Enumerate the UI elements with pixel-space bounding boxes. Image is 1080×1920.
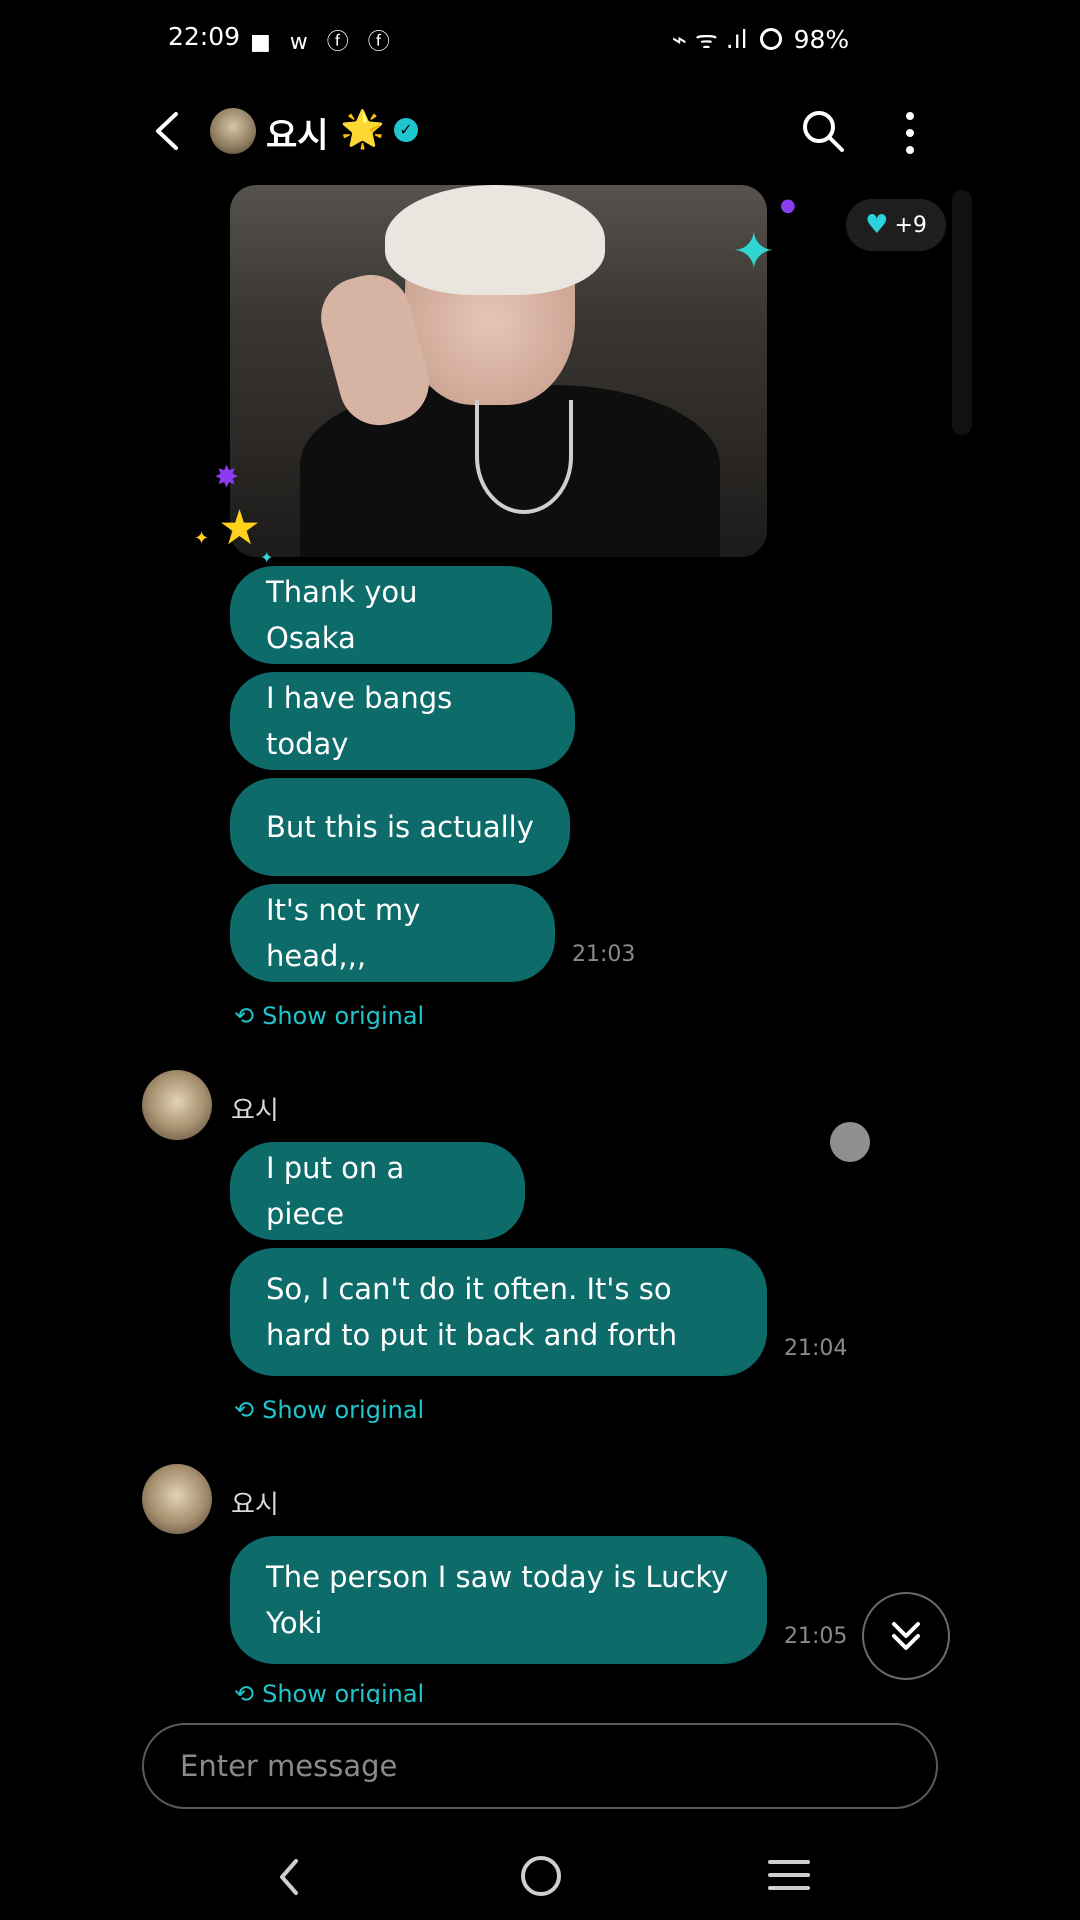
heart-icon: ♥ [865, 210, 889, 240]
message-time: 21:04 [784, 1336, 848, 1361]
scrollbar[interactable] [952, 190, 972, 435]
message-time: 21:03 [572, 942, 636, 967]
sparkle-icon: ✦ [260, 548, 274, 567]
show-original-link[interactable]: ⟲ Show original [234, 1680, 424, 1704]
more-vertical-icon [906, 112, 914, 154]
status-bar: 22:09 ■ w ⓕ ⓕ ⌁ ᯤ .ıl 98% [0, 0, 1080, 78]
sender-avatar[interactable] [142, 1464, 212, 1534]
sparkle-icon: ● [780, 195, 796, 216]
message-bubble[interactable]: I have bangs today [230, 672, 575, 770]
translate-icon: ⟲ [234, 1680, 255, 1704]
message-input[interactable] [178, 1743, 882, 1789]
sender-name: 요시 [231, 1490, 279, 1520]
search-icon [803, 111, 844, 152]
back-button[interactable] [148, 106, 188, 156]
message-bubble[interactable]: So, I can't do it often. It's so hard to… [230, 1248, 767, 1376]
nav-recents-button[interactable] [768, 1860, 810, 1892]
touch-indicator [830, 1122, 870, 1162]
reaction-badge[interactable]: ♥ +9 [846, 199, 946, 251]
message-bubble[interactable]: The person I saw today is Lucky Yoki [230, 1536, 767, 1664]
search-button[interactable] [800, 108, 846, 154]
message-input-container[interactable] [142, 1723, 938, 1809]
chevron-left-icon [156, 112, 178, 150]
header-avatar[interactable] [210, 108, 256, 154]
status-right: ⌁ ᯤ .ıl 98% [672, 22, 849, 56]
chat-title[interactable]: 요시 [266, 108, 329, 157]
message-bubble[interactable]: Thank you Osaka [230, 566, 552, 664]
photo-message[interactable] [230, 185, 767, 557]
status-time: 22:09 [168, 22, 241, 51]
signal-icons: ⌁ ᯤ .ıl [672, 25, 748, 54]
message-bubble[interactable]: I put on a piece [230, 1142, 525, 1240]
more-options-button[interactable] [895, 108, 925, 158]
show-original-link[interactable]: ⟲ Show original [234, 1002, 424, 1030]
nav-back-button[interactable] [272, 1855, 308, 1899]
sparkle-icon: ✦ [194, 528, 210, 549]
message-time: 21:05 [784, 1624, 848, 1649]
show-original-link[interactable]: ⟲ Show original [234, 1396, 424, 1424]
sender-avatar[interactable] [142, 1070, 212, 1140]
message-bubble[interactable]: It's not my head,,, [230, 884, 555, 982]
verified-icon: ✓ [394, 118, 418, 142]
sender-name: 요시 [231, 1096, 279, 1126]
nav-back-icon [280, 1859, 298, 1895]
double-chevron-down-icon [892, 1622, 920, 1650]
sparkle-icon: ✸ [214, 460, 240, 495]
translate-icon: ⟲ [234, 1002, 255, 1030]
star-icon: 🌟 [340, 109, 385, 150]
translate-icon: ⟲ [234, 1396, 255, 1424]
sparkle-icon: ✦ [732, 222, 776, 282]
notification-icons: ■ w ⓕ ⓕ [250, 30, 396, 55]
star-sparkle-icon: ★ [218, 500, 262, 556]
scroll-to-bottom-button[interactable] [862, 1592, 950, 1680]
battery-icon [759, 28, 782, 50]
nav-home-button[interactable] [521, 1856, 561, 1896]
reaction-count: +9 [894, 212, 927, 238]
battery-level: 98% [793, 24, 850, 54]
message-bubble[interactable]: But this is actually [230, 778, 570, 876]
